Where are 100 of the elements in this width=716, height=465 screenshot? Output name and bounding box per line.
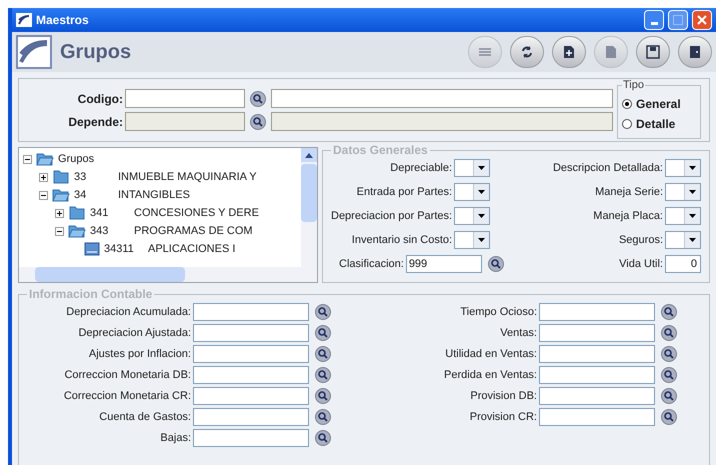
input-field[interactable]: [539, 387, 655, 405]
expand-icon[interactable]: [55, 208, 64, 218]
field-label: Maneja Placa:: [593, 208, 663, 224]
toolbar-button[interactable]: [636, 36, 670, 68]
search-icon[interactable]: [661, 325, 677, 341]
field-label: Ventas:: [499, 326, 537, 341]
dropdown[interactable]: [454, 207, 490, 225]
tree-item-name[interactable]: APLICACIONES I: [148, 240, 236, 258]
dropdown[interactable]: [665, 183, 701, 201]
tree-item-name[interactable]: Grupos: [58, 150, 94, 168]
collapse-icon[interactable]: [55, 226, 64, 236]
tree-item-name[interactable]: INMUEBLE MAQUINARIA Y: [118, 168, 257, 186]
field-label: Provision CR:: [468, 410, 537, 425]
search-icon[interactable]: [488, 256, 504, 272]
expand-icon[interactable]: [39, 172, 48, 182]
search-icon[interactable]: [250, 114, 266, 130]
search-icon[interactable]: [315, 388, 331, 404]
input-field[interactable]: [539, 366, 655, 384]
radio-option[interactable]: General: [622, 94, 696, 114]
field-label: Cuenta de Gastos:: [98, 410, 191, 425]
tree-item-name[interactable]: PROGRAMAS DE COM: [134, 222, 253, 240]
caret-icon: [689, 238, 696, 242]
search-icon[interactable]: [315, 430, 331, 446]
dropdown[interactable]: [454, 231, 490, 249]
page-plus-icon: [563, 45, 575, 59]
field-label: Entrada por Partes:: [356, 184, 452, 200]
code-field[interactable]: [125, 89, 245, 108]
search-icon[interactable]: [250, 90, 266, 106]
tree-item-code[interactable]: 34: [74, 186, 114, 204]
input-field[interactable]: 0: [665, 255, 701, 273]
input-field[interactable]: [193, 345, 309, 363]
search-icon[interactable]: [315, 409, 331, 425]
search-icon[interactable]: [661, 346, 677, 362]
field-label: Seguros:: [618, 232, 663, 248]
input-field[interactable]: [539, 303, 655, 321]
vertical-scrollbar[interactable]: [301, 148, 317, 267]
folder-icon: [68, 205, 86, 221]
open-folder-icon: [52, 187, 70, 203]
group-title: Tipo: [622, 78, 645, 94]
collapse-icon[interactable]: [23, 154, 32, 164]
scroll-up-icon[interactable]: [305, 152, 313, 158]
stack-icon: [478, 46, 492, 58]
toolbar-button[interactable]: [678, 36, 712, 68]
field-label: Ajustes por Inflacion:: [88, 346, 191, 362]
search-icon[interactable]: [661, 367, 677, 383]
search-icon[interactable]: [315, 367, 331, 383]
input-field[interactable]: [193, 324, 309, 342]
tree-item-code[interactable]: 34311: [104, 240, 144, 258]
caret-icon: [689, 190, 696, 194]
open-folder-icon: [36, 151, 54, 167]
toolbar-button[interactable]: [552, 36, 586, 68]
collapse-icon[interactable]: [39, 190, 48, 200]
dropdown[interactable]: [665, 231, 701, 249]
field-label: Depende:: [67, 114, 123, 130]
field-label: Tiempo Ocioso:: [459, 304, 537, 320]
tree-item-name[interactable]: INTANGIBLES: [118, 186, 190, 204]
field-label: Maneja Serie:: [595, 184, 663, 200]
dropdown[interactable]: [665, 159, 701, 177]
horizontal-scrollbar[interactable]: [19, 267, 317, 282]
maximize-button[interactable]: [668, 10, 688, 30]
field-label: Depreciable:: [390, 160, 452, 176]
search-icon[interactable]: [315, 304, 331, 320]
input-field[interactable]: [193, 303, 309, 321]
caret-icon: [478, 166, 486, 170]
field-label: Provision DB:: [469, 388, 537, 404]
caret-icon: [478, 190, 486, 194]
input-field[interactable]: [193, 408, 309, 426]
dropdown[interactable]: [454, 183, 490, 201]
tree-item-name[interactable]: CONCESIONES Y DERE: [134, 204, 259, 222]
field-label: Perdida en Ventas:: [443, 368, 537, 383]
group-title: Informacion Contable: [28, 286, 154, 303]
tree-item-code[interactable]: 341: [90, 204, 130, 222]
dropdown[interactable]: [665, 207, 701, 225]
field-label: Depreciacion por Partes:: [331, 208, 452, 224]
tree-item-code[interactable]: 33: [74, 168, 114, 186]
input-field[interactable]: [193, 429, 309, 447]
caret-icon: [689, 166, 696, 170]
search-icon[interactable]: [661, 304, 677, 320]
input-field[interactable]: [539, 345, 655, 363]
search-icon[interactable]: [315, 346, 331, 362]
minimize-button[interactable]: [644, 10, 664, 30]
close-icon: [697, 15, 707, 25]
window-title: Maestros: [36, 12, 89, 29]
search-icon[interactable]: [661, 409, 677, 425]
description-field[interactable]: [271, 89, 613, 108]
search-icon[interactable]: [315, 325, 331, 341]
input-field[interactable]: 999: [406, 255, 482, 273]
input-field[interactable]: [193, 387, 309, 405]
input-field[interactable]: [193, 366, 309, 384]
toolbar-button[interactable]: [510, 36, 544, 68]
dropdown[interactable]: [454, 159, 490, 177]
input-field[interactable]: [539, 324, 655, 342]
close-button[interactable]: [692, 10, 712, 30]
app-logo-icon: [16, 13, 32, 27]
search-icon[interactable]: [661, 388, 677, 404]
refresh-icon: [520, 45, 534, 59]
page-title: Grupos: [60, 40, 132, 65]
radio-option[interactable]: Detalle: [622, 114, 696, 134]
input-field[interactable]: [539, 408, 655, 426]
tree-item-code[interactable]: 343: [90, 222, 130, 240]
